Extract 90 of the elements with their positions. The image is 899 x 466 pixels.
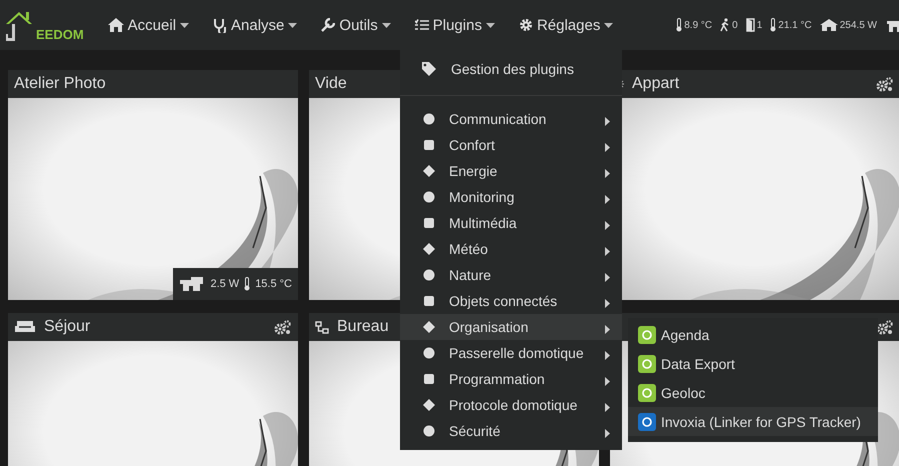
menu-item[interactable]: Passerelle domotique [400, 340, 622, 366]
menu-item[interactable]: Sécurité [400, 418, 622, 444]
nav-menu[interactable]: Outils [309, 16, 403, 34]
category-icon [422, 242, 436, 256]
thermometer-icon [770, 18, 776, 32]
thermometer-icon [676, 18, 682, 32]
chevron-right-icon [605, 403, 610, 412]
menu-item[interactable]: Météo [400, 236, 622, 262]
category-icon [422, 346, 436, 360]
card-title: Vide [315, 75, 347, 93]
checklist-icon [414, 19, 429, 31]
settings-icon[interactable] [876, 320, 894, 334]
thermometer-icon [244, 277, 250, 291]
status-value: 0 [732, 20, 738, 30]
category-icon [422, 398, 436, 412]
plugin-logo-icon [638, 412, 656, 430]
caret-icon [382, 22, 391, 28]
chevron-right-icon [605, 169, 610, 178]
plugin-item[interactable]: Geoloc [628, 378, 878, 407]
chevron-right-icon [605, 273, 610, 282]
card-title: Atelier Photo [14, 75, 106, 93]
card-title: Bureau [337, 318, 389, 336]
menu-item[interactable]: Nature [400, 262, 622, 288]
category-icon [422, 216, 436, 230]
category-icon [422, 190, 436, 204]
menu-item[interactable]: Gestion des plugins [400, 51, 622, 87]
plugin-item[interactable]: Data Export [628, 349, 878, 378]
wrench-icon [321, 18, 336, 32]
menu-item[interactable]: Monitoring [400, 184, 622, 210]
caret-icon [486, 22, 495, 28]
sitemap-icon [315, 320, 329, 334]
house-icon [820, 18, 838, 32]
sofa-icon [14, 320, 36, 334]
plugin-item[interactable]: Agenda [628, 320, 878, 349]
chevron-right-icon [605, 117, 610, 126]
category-icon [422, 372, 436, 386]
house-icon [179, 276, 206, 292]
category-icon [422, 424, 436, 438]
settings-icon [518, 18, 533, 32]
home-icon [108, 18, 124, 32]
settings-icon[interactable] [274, 320, 292, 334]
menu-item[interactable]: Protocole domotique [400, 392, 622, 418]
nav-menu[interactable]: Accueil [96, 16, 202, 34]
chevron-right-icon [605, 325, 610, 334]
menu-item[interactable]: Programmation [400, 366, 622, 392]
status-value: 21.1 °C [778, 20, 812, 30]
temperature-value: 15.5 °C [255, 278, 292, 290]
category-icon [422, 294, 436, 308]
tag-icon [422, 62, 438, 76]
plugin-logo-icon [638, 354, 656, 372]
card-title: Appart [632, 75, 680, 93]
plugin-logo-icon [638, 326, 656, 344]
chevron-right-icon [605, 351, 610, 360]
chevron-right-icon [605, 429, 610, 438]
settings-icon[interactable] [876, 76, 894, 92]
chevron-right-icon [605, 195, 610, 204]
door-icon [746, 18, 755, 32]
menu-item[interactable]: Communication [400, 106, 622, 132]
chevron-right-icon [605, 143, 610, 152]
menu-item[interactable]: Objets connectés [400, 288, 622, 314]
caret-icon [288, 22, 298, 28]
category-icon [422, 112, 436, 126]
power-value: 2.5 W [210, 278, 240, 290]
menu-item[interactable]: Multimédia [400, 210, 622, 236]
brand-name[interactable]: EEDOM [36, 27, 84, 42]
chevron-right-icon [605, 377, 610, 386]
house-icon [885, 18, 899, 32]
status-value: 8.9 °C [684, 20, 712, 30]
category-icon [422, 138, 436, 152]
nav-menu[interactable]: Plugins [402, 16, 507, 34]
plugin-item[interactable]: Invoxia (Linker for GPS Tracker) [628, 407, 878, 436]
category-icon [422, 164, 436, 178]
category-icon [422, 268, 436, 282]
chevron-right-icon [605, 299, 610, 308]
nav-menu[interactable]: Réglages [506, 16, 626, 34]
status-value: 1 [756, 20, 762, 30]
stethoscope-icon [213, 18, 228, 32]
nav-menu[interactable]: Analyse [201, 16, 310, 34]
menu-item[interactable]: Energie [400, 158, 622, 184]
caret-icon [604, 22, 614, 28]
category-icon [422, 320, 436, 334]
plugin-logo-icon [638, 384, 656, 402]
status-value: 254.5 W [840, 20, 877, 30]
chevron-right-icon [605, 247, 610, 256]
chevron-right-icon [605, 221, 610, 230]
caret-icon [180, 22, 190, 28]
walking-person-icon [720, 18, 730, 32]
menu-item[interactable]: Organisation [400, 314, 622, 340]
menu-item[interactable]: Confort [400, 132, 622, 158]
card-title: Séjour [44, 318, 90, 336]
